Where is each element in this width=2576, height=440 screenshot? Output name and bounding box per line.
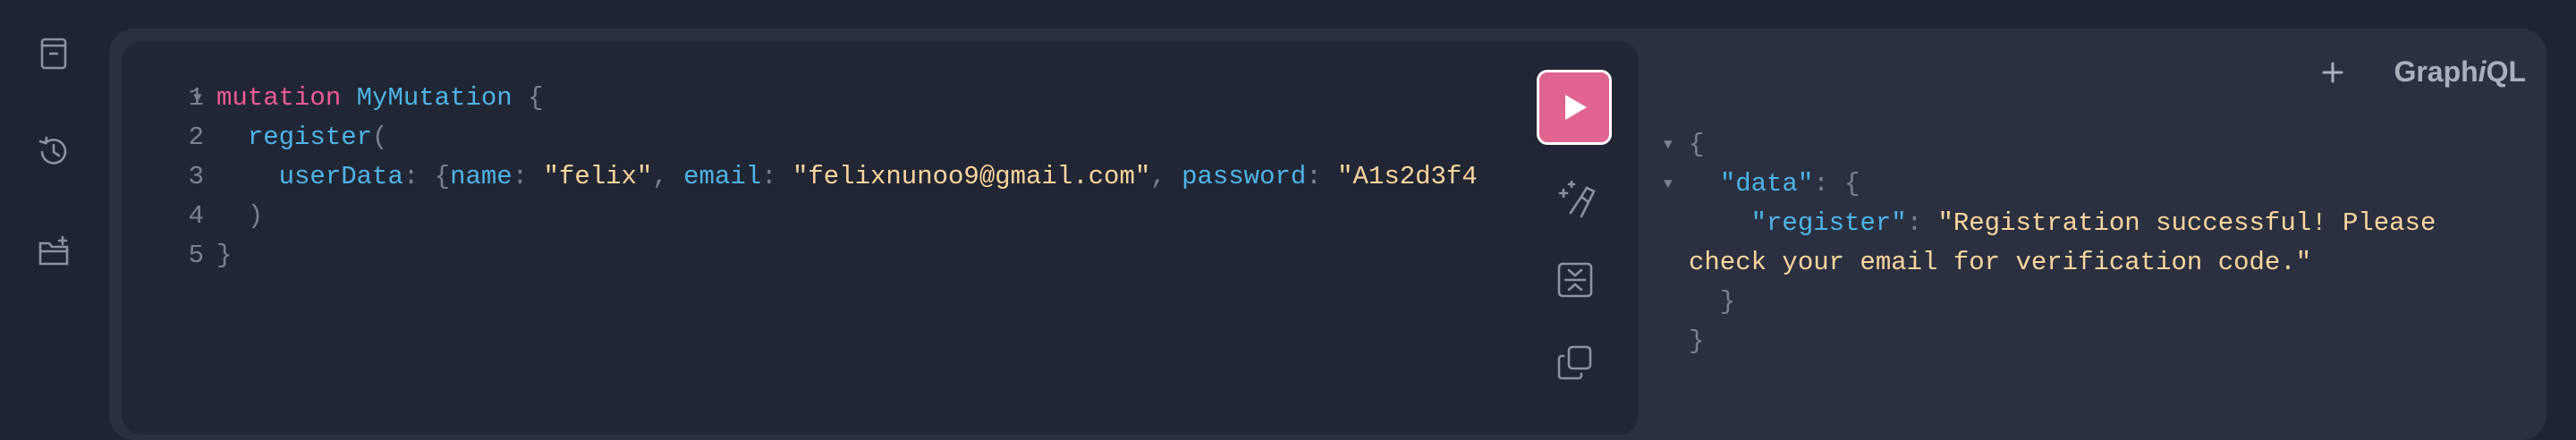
code-token: (: [372, 123, 388, 152]
result-line: }: [1664, 283, 2522, 322]
line-number: 3: [188, 162, 204, 191]
line-number: 2: [188, 123, 204, 152]
result-token: }: [1689, 287, 1736, 317]
prettify-button[interactable]: [1555, 177, 1596, 218]
result-token: :: [1906, 208, 1938, 238]
header-right: GraphiQL: [2318, 55, 2526, 89]
add-tab-icon[interactable]: [2318, 58, 2347, 87]
sidebar: [0, 0, 107, 418]
history-icon[interactable]: [32, 131, 75, 173]
play-icon: [1565, 95, 1587, 120]
result-token: "Registration successful! Please: [1937, 208, 2436, 238]
code-token: ): [247, 201, 264, 231]
code-line[interactable]: 2 register(: [122, 118, 1639, 157]
code-line[interactable]: 5}: [122, 236, 1639, 275]
copy-icon: [1557, 345, 1592, 380]
result-line: check your email for verification code.": [1664, 243, 2522, 283]
code-token: name: [450, 162, 513, 191]
result-token: }: [1689, 326, 1705, 356]
code-token: "felix": [543, 162, 653, 191]
code-line[interactable]: 3 userData: {name: "felix", email: "feli…: [122, 157, 1639, 197]
code-token: "felixnunoo9@gmail.com": [792, 162, 1151, 191]
line-number: 4: [188, 201, 204, 231]
result-token: check your email for verification code.": [1689, 248, 2312, 277]
code-token: ,: [1150, 162, 1182, 191]
result-token: [1689, 169, 1720, 199]
result-line: ▼ "data": {: [1664, 165, 2522, 204]
result-token: : {: [1813, 169, 1860, 199]
result-line: }: [1664, 322, 2522, 361]
result-line: "register": "Registration successful! Pl…: [1664, 204, 2522, 243]
code-token: "A1s2d3f4: [1337, 162, 1478, 191]
result-token: "register": [1750, 208, 1907, 238]
copy-button[interactable]: [1555, 342, 1596, 383]
code-token: }: [216, 241, 233, 270]
code-token: :: [761, 162, 792, 191]
fold-toggle-icon[interactable]: ▼: [193, 79, 202, 118]
code-token: password: [1182, 162, 1307, 191]
code-token: :: [1306, 162, 1338, 191]
result-token: {: [1689, 130, 1705, 159]
line-number: 5: [188, 241, 204, 270]
code-token: userData: [278, 162, 403, 191]
docs-icon[interactable]: [32, 32, 75, 75]
fold-toggle-icon[interactable]: ▼: [1664, 165, 1673, 204]
query-code[interactable]: 1 ▼ mutation MyMutation {2 register(3 user…: [122, 79, 1639, 275]
code-token: MyMutation: [356, 83, 513, 113]
merge-fragments-button[interactable]: [1555, 259, 1596, 300]
code-token: email: [683, 162, 762, 191]
fold-toggle-icon[interactable]: ▼: [1664, 125, 1673, 165]
result-viewer: ▼{▼ "data": { "register": "Registration …: [1664, 125, 2522, 361]
code-token: mutation: [216, 83, 342, 113]
code-token: ,: [652, 162, 684, 191]
run-button[interactable]: [1537, 70, 1612, 145]
code-token: register: [247, 123, 373, 152]
code-line[interactable]: 4 ): [122, 197, 1639, 236]
code-token: : {: [402, 162, 451, 191]
code-token: {: [512, 83, 544, 113]
graphiql-logo: GraphiQL: [2394, 55, 2526, 88]
merge-fragments-icon: [1557, 262, 1593, 298]
code-token: :: [512, 162, 544, 191]
query-editor[interactable]: 1 ▼ mutation MyMutation {2 register(3 user…: [122, 41, 1639, 435]
code-line[interactable]: 1 ▼ mutation MyMutation {: [122, 79, 1639, 118]
collection-add-icon[interactable]: [32, 231, 75, 274]
result-line: ▼{: [1664, 125, 2522, 165]
prettify-icon: [1558, 180, 1596, 218]
result-token: [1689, 208, 1751, 238]
result-token: "data": [1719, 169, 1814, 199]
